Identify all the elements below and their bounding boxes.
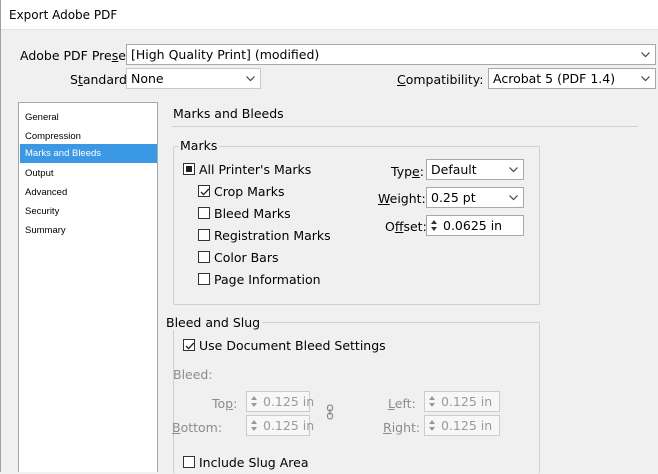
preset-dropdown[interactable]: [High Quality Print] (modified) <box>126 44 656 65</box>
title-bar: Export Adobe PDF <box>0 0 658 30</box>
all-printers-marks-label: All Printer's Marks <box>199 162 312 177</box>
bleed-marks-checkbox[interactable] <box>198 207 210 219</box>
use-document-bleed-checkbox[interactable] <box>183 339 195 351</box>
spin-arrows-icon <box>251 420 257 431</box>
registration-marks-checkbox[interactable] <box>198 229 210 241</box>
panel-title: Marks and Bleeds <box>173 106 284 121</box>
checkmark-icon <box>200 188 210 196</box>
type-dropdown[interactable]: Default <box>426 159 524 180</box>
bleed-top-stepper[interactable]: 0.125 in <box>246 391 314 412</box>
sidebar-item-advanced[interactable]: Advanced <box>20 183 157 202</box>
all-printers-marks-checkbox[interactable] <box>183 163 195 175</box>
weight-value: 0.25 pt <box>431 190 476 205</box>
bleed-bottom-stepper[interactable]: 0.125 in <box>246 415 314 436</box>
panel-title-rule <box>172 126 638 127</box>
standard-dropdown[interactable]: None <box>126 68 261 89</box>
chevron-down-icon <box>641 52 650 58</box>
spin-arrows-icon <box>429 420 435 431</box>
bleed-top-value: 0.125 in <box>263 394 315 409</box>
compatibility-value: Acrobat 5 (PDF 1.4) <box>493 71 616 86</box>
offset-label: Offset: <box>385 219 427 234</box>
spin-arrows-icon <box>251 396 257 407</box>
bleed-right-value: 0.125 in <box>441 418 493 433</box>
bleed-top-label: Top: <box>212 396 238 411</box>
color-bars-checkbox[interactable] <box>198 251 210 263</box>
weight-label: Weight: <box>378 191 426 206</box>
offset-stepper[interactable]: 0.0625 in <box>426 215 524 236</box>
bleed-label: Bleed: <box>173 367 213 382</box>
preset-value: [High Quality Print] (modified) <box>131 47 320 62</box>
chain-link-icon[interactable] <box>326 404 334 420</box>
page-information-checkbox[interactable] <box>198 273 210 285</box>
type-value: Default <box>431 162 477 177</box>
compatibility-label: Compatibility: <box>397 72 484 87</box>
compatibility-dropdown[interactable]: Acrobat 5 (PDF 1.4) <box>488 68 656 89</box>
marks-group-title: Marks <box>178 138 220 153</box>
bleed-left-stepper[interactable]: 0.125 in <box>424 391 500 412</box>
bleed-left-label: Left: <box>388 396 416 411</box>
standard-value: None <box>131 71 164 86</box>
bleed-left-value: 0.125 in <box>441 394 493 409</box>
bleed-marks-label: Bleed Marks <box>214 206 291 221</box>
bleed-bottom-value: 0.125 in <box>263 418 315 433</box>
type-label: Type: <box>391 164 424 179</box>
preset-label: Adobe PDF Preset: <box>20 48 135 63</box>
standard-label: Standard: <box>70 72 132 87</box>
include-slug-area-checkbox[interactable] <box>183 456 195 468</box>
bleed-bottom-label: Bottom: <box>172 420 223 435</box>
bleed-right-stepper[interactable]: 0.125 in <box>424 415 500 436</box>
offset-value: 0.0625 in <box>443 218 503 233</box>
sidebar-item-output[interactable]: Output <box>20 164 157 183</box>
sidebar-item-security[interactable]: Security <box>20 202 157 221</box>
include-slug-area-label: Include Slug Area <box>199 455 309 470</box>
crop-marks-checkbox[interactable] <box>198 185 210 197</box>
window-title: Export Adobe PDF <box>9 8 118 22</box>
window-left-border <box>0 0 1 472</box>
crop-marks-label: Crop Marks <box>214 184 285 199</box>
checkmark-icon <box>185 342 195 350</box>
sidebar-item-marks-and-bleeds[interactable]: Marks and Bleeds <box>20 144 157 163</box>
registration-marks-label: Registration Marks <box>214 228 331 243</box>
weight-dropdown[interactable]: 0.25 pt <box>426 187 524 208</box>
chevron-down-icon <box>246 76 255 82</box>
chevron-down-icon <box>509 195 518 201</box>
bleed-right-label: Right: <box>383 420 421 435</box>
mixed-state-indicator <box>186 166 192 172</box>
chevron-down-icon <box>509 167 518 173</box>
bleed-and-slug-title: Bleed and Slug <box>164 315 263 330</box>
page-information-label: Page Information <box>214 272 321 287</box>
color-bars-label: Color Bars <box>214 250 279 265</box>
sidebar-item-summary[interactable]: Summary <box>20 221 157 240</box>
spin-arrows-icon <box>429 396 435 407</box>
sidebar-item-general[interactable]: General <box>20 108 157 127</box>
category-list: General Compression Marks and Bleeds Out… <box>18 102 158 472</box>
chevron-down-icon <box>641 76 650 82</box>
use-document-bleed-label: Use Document Bleed Settings <box>199 338 386 353</box>
spin-arrows-icon <box>431 220 437 231</box>
